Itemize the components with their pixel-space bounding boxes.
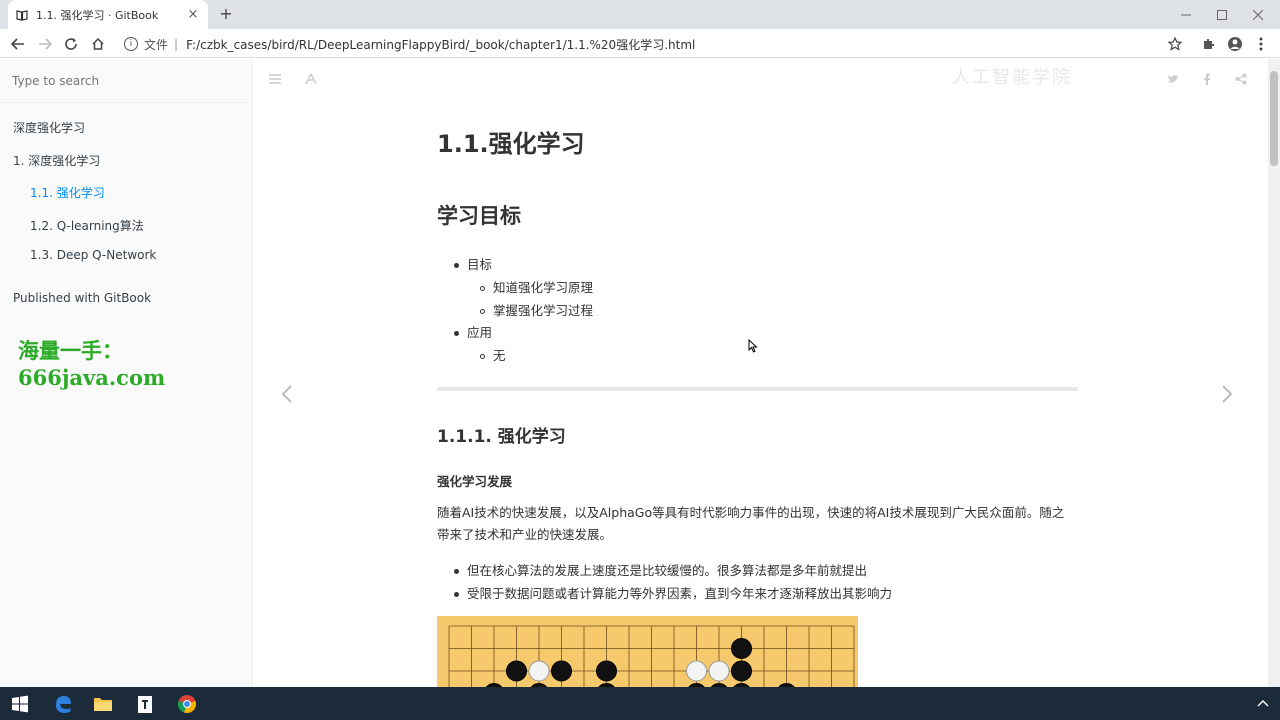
new-tab-button[interactable]: + <box>216 4 236 24</box>
reload-icon[interactable] <box>60 33 82 55</box>
nav-item-1-1[interactable]: 1.1. 强化学习 <box>30 184 105 201</box>
menu-dots-icon[interactable] <box>1250 33 1272 55</box>
divider <box>437 387 1078 391</box>
url-text[interactable]: F:/czbk_cases/bird/RL/DeepLearningFlappy… <box>186 36 695 53</box>
paragraph-heading: 强化学习发展 <box>437 474 513 489</box>
go-board-image <box>437 616 858 687</box>
list-item: 目标 <box>454 254 492 273</box>
black-stone <box>506 660 527 682</box>
close-tab-icon[interactable]: × <box>186 7 200 22</box>
green-watermark: 海量一手：666java.com <box>18 338 166 390</box>
font-settings-icon[interactable] <box>305 72 317 89</box>
book-header <box>253 59 1268 103</box>
windows-start-icon[interactable] <box>8 692 32 716</box>
book-icon <box>16 9 28 21</box>
address-bar[interactable]: i 文件 | F:/czbk_cases/bird/RL/DeepLearnin… <box>118 32 1158 56</box>
minimize-icon[interactable] <box>1168 0 1204 29</box>
black-stone <box>731 660 752 682</box>
twitter-icon[interactable] <box>1167 73 1179 88</box>
tab-title: 1.1. 强化学习 · GitBook <box>36 8 159 22</box>
profile-icon[interactable] <box>1224 33 1246 55</box>
chevron-up-icon[interactable] <box>1256 695 1280 719</box>
black-stone <box>596 660 617 682</box>
address-separator: | <box>174 37 179 51</box>
browser-tab[interactable]: 1.1. 强化学习 · GitBook × <box>8 0 208 29</box>
list-item: 掌握强化学习过程 <box>480 300 593 319</box>
search-input[interactable] <box>12 73 232 88</box>
tab-bar: 1.1. 强化学习 · GitBook × + <box>0 0 1280 29</box>
windows-taskbar <box>0 687 1280 720</box>
vertical-scrollbar[interactable] <box>1268 59 1280 687</box>
book-sidebar: 深度强化学习 1. 深度强化学习 1.1. 强化学习 1.2. Q-learni… <box>0 59 253 687</box>
list-item: 知道强化学习原理 <box>480 277 593 296</box>
star-icon[interactable] <box>1164 33 1186 55</box>
info-icon[interactable]: i <box>124 37 138 51</box>
subsection-heading: 1.1.1. 强化学习 <box>437 427 566 447</box>
nav-item-chapter1[interactable]: 1. 深度强化学习 <box>13 152 100 169</box>
nav-item-1-3[interactable]: 1.3. Deep Q-Network <box>30 248 156 262</box>
forward-arrow-icon[interactable] <box>34 33 56 55</box>
list-item: 无 <box>480 345 506 364</box>
white-stone <box>686 660 707 682</box>
nav-item-header: 深度强化学习 <box>13 121 86 135</box>
facebook-icon[interactable] <box>1203 73 1211 88</box>
scrollbar-thumb[interactable] <box>1270 71 1278 166</box>
black-stone <box>731 638 752 659</box>
toggle-sidebar-icon[interactable] <box>268 73 282 88</box>
published-link[interactable]: Published with GitBook <box>13 291 151 305</box>
page-title: 1.1.强化学习 <box>437 130 585 158</box>
notepad-app-icon[interactable] <box>133 692 157 716</box>
list-item: 但在核心算法的发展上速度还是比较缓慢的。很多算法都是多年前就提出 <box>454 560 867 579</box>
body-paragraph: 随着AI技术的快速发展，以及AlphaGo等具有时代影响力事件的出现，快速的将A… <box>437 505 1065 542</box>
extension-icon[interactable] <box>1197 33 1219 55</box>
white-stone <box>708 660 730 682</box>
address-prefix: 文件 <box>144 37 169 52</box>
search-box[interactable] <box>0 59 252 103</box>
folder-icon[interactable] <box>91 692 115 716</box>
mouse-cursor-icon <box>748 338 758 357</box>
edge-icon[interactable] <box>51 692 75 716</box>
nav-item-1-2[interactable]: 1.2. Q-learning算法 <box>30 217 144 234</box>
prev-page-icon[interactable] <box>281 384 293 410</box>
black-stone <box>551 660 572 682</box>
browser-toolbar: i 文件 | F:/czbk_cases/bird/RL/DeepLearnin… <box>0 29 1280 88</box>
go-board <box>448 625 855 687</box>
close-window-icon[interactable] <box>1240 0 1276 29</box>
next-page-icon[interactable] <box>1221 384 1233 410</box>
chrome-icon[interactable] <box>175 692 199 716</box>
section-heading: 学习目标 <box>437 204 521 228</box>
list-item: 应用 <box>454 322 492 341</box>
white-stone <box>528 660 550 682</box>
back-arrow-icon[interactable] <box>7 33 29 55</box>
maximize-icon[interactable] <box>1204 0 1240 29</box>
share-icon[interactable] <box>1235 73 1247 88</box>
list-item: 受限于数据问题或者计算能力等外界因素，直到今年来才逐渐释放出其影响力 <box>454 583 892 602</box>
home-icon[interactable] <box>87 33 109 55</box>
